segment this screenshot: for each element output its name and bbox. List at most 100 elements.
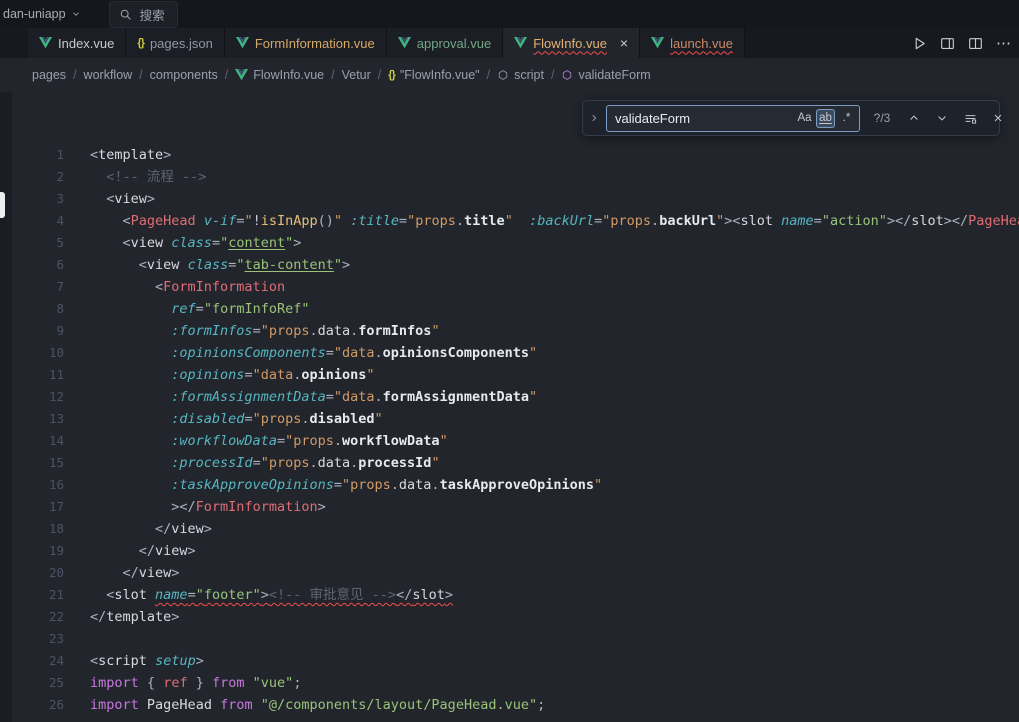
breadcrumb-item-flowinfo-vue[interactable]: FlowInfo.vue xyxy=(235,68,324,82)
code-line[interactable]: 26import PageHead from "@/components/lay… xyxy=(12,694,1019,716)
code-line[interactable]: 2 <!-- 流程 --> xyxy=(12,166,1019,188)
breadcrumb-separator: / xyxy=(487,68,490,82)
split-editor-button[interactable] xyxy=(968,36,983,51)
whole-word-toggle[interactable]: ab xyxy=(816,109,835,128)
find-in-selection-button[interactable] xyxy=(960,108,980,128)
search-label: 搜索 xyxy=(140,5,165,24)
line-number: 9 xyxy=(12,320,64,342)
code-line[interactable]: 11 :opinions="data.opinions" xyxy=(12,364,1019,386)
find-input-box: Aaab.* xyxy=(606,105,860,132)
find-toggles: Aaab.* xyxy=(795,109,856,128)
code-line[interactable]: 1<template> xyxy=(12,144,1019,166)
code-line[interactable]: 20 </view> xyxy=(12,562,1019,584)
code-line[interactable]: 23 xyxy=(12,628,1019,650)
code-line[interactable]: 16 :taskApproveOpinions="props.data.task… xyxy=(12,474,1019,496)
previous-match-button[interactable] xyxy=(904,108,924,128)
breadcrumb-separator: / xyxy=(551,68,554,82)
breadcrumb-item-components[interactable]: components xyxy=(150,68,218,82)
code-line[interactable]: 21 <slot name="footer"><!-- 审批意见 --></sl… xyxy=(12,584,1019,606)
close-icon[interactable]: × xyxy=(620,36,628,50)
line-number: 2 xyxy=(12,166,64,188)
line-number: 18 xyxy=(12,518,64,540)
breadcrumb-item-script[interactable]: script xyxy=(497,68,544,82)
activity-bar-edge xyxy=(0,92,12,722)
breadcrumb-separator: / xyxy=(331,68,334,82)
close-find-button[interactable] xyxy=(988,108,1008,128)
code-line[interactable]: 4 <PageHead v-if="!isInApp()" :title="pr… xyxy=(12,210,1019,232)
line-number: 16 xyxy=(12,474,64,496)
vue-icon xyxy=(235,69,248,81)
layout-icon xyxy=(940,36,955,51)
code-line[interactable]: 17 ></FormInformation> xyxy=(12,496,1019,518)
tab-approval-vue[interactable]: approval.vue xyxy=(387,28,503,58)
find-widget: Aaab.* ?/3 xyxy=(582,100,1000,136)
line-number: 23 xyxy=(12,628,64,650)
tab-launch-vue[interactable]: launch.vue xyxy=(640,28,745,58)
breadcrumb-separator: / xyxy=(139,68,142,82)
code-line[interactable]: 5 <view class="content"> xyxy=(12,232,1019,254)
workspace-menu[interactable]: dan-uniapp xyxy=(0,7,81,21)
tab-forminformation-vue[interactable]: FormInformation.vue xyxy=(225,28,387,58)
line-number: 6 xyxy=(12,254,64,276)
editor-actions: ⋯ xyxy=(904,28,1019,58)
find-input[interactable] xyxy=(613,110,793,127)
breadcrumb-separator: / xyxy=(225,68,228,82)
titlebar-search[interactable]: 搜索 xyxy=(109,1,178,28)
line-number: 17 xyxy=(12,496,64,518)
tab-label: pages.json xyxy=(150,36,213,51)
toggle-replace-icon[interactable] xyxy=(589,113,599,123)
line-number: 15 xyxy=(12,452,64,474)
tab-pages-json[interactable]: {} pages.json xyxy=(126,28,224,58)
tab-flowinfo-vue[interactable]: FlowInfo.vue× xyxy=(503,28,640,58)
line-number: 12 xyxy=(12,386,64,408)
code-line[interactable]: 6 <view class="tab-content"> xyxy=(12,254,1019,276)
line-number: 13 xyxy=(12,408,64,430)
tab-label: FormInformation.vue xyxy=(255,36,375,51)
line-number: 8 xyxy=(12,298,64,320)
code-line[interactable]: 7 <FormInformation xyxy=(12,276,1019,298)
code-line[interactable]: 10 :opinionsComponents="data.opinionsCom… xyxy=(12,342,1019,364)
next-match-button[interactable] xyxy=(932,108,952,128)
line-number: 4 xyxy=(12,210,64,232)
line-number: 5 xyxy=(12,232,64,254)
tab-index-vue[interactable]: Index.vue xyxy=(28,28,126,58)
match-case-toggle[interactable]: Aa xyxy=(795,109,814,128)
breadcrumb-separator: / xyxy=(378,68,381,82)
line-number: 19 xyxy=(12,540,64,562)
code-line[interactable]: 13 :disabled="props.disabled" xyxy=(12,408,1019,430)
activity-indicator xyxy=(0,192,5,218)
line-number: 14 xyxy=(12,430,64,452)
vue-icon xyxy=(39,37,52,49)
vue-icon xyxy=(398,37,411,49)
breadcrumb-item-pages[interactable]: pages xyxy=(32,68,66,82)
code-line[interactable]: 3 <view> xyxy=(12,188,1019,210)
breadcrumb-item-vetur[interactable]: Vetur xyxy=(342,68,371,82)
find-buttons xyxy=(904,108,1008,128)
code-line[interactable]: 12 :formAssignmentData="data.formAssignm… xyxy=(12,386,1019,408)
line-number: 3 xyxy=(12,188,64,210)
line-number: 20 xyxy=(12,562,64,584)
json-icon: {} xyxy=(137,37,144,49)
tabs: Index.vue {} pages.json FormInformation.vue… xyxy=(28,28,745,58)
code-editor[interactable]: 1<template>2 <!-- 流程 -->3 <view>4 <PageH… xyxy=(12,92,1019,722)
code-line[interactable]: 22</template> xyxy=(12,606,1019,628)
code-line[interactable]: 25import { ref } from "vue"; xyxy=(12,672,1019,694)
code-line[interactable]: 15 :processId="props.data.processId" xyxy=(12,452,1019,474)
json-icon: {} xyxy=(388,69,395,81)
more-actions-button[interactable]: ⋯ xyxy=(996,36,1011,51)
code-line[interactable]: 24<script setup> xyxy=(12,650,1019,672)
code-line[interactable]: 9 :formInfos="props.data.formInfos" xyxy=(12,320,1019,342)
code-line[interactable]: 18 </view> xyxy=(12,518,1019,540)
find-results: ?/3 xyxy=(867,111,897,125)
use-regex-toggle[interactable]: .* xyxy=(837,109,856,128)
breadcrumb-item--flowinfo-vue-[interactable]: {}"FlowInfo.vue" xyxy=(388,68,479,82)
editor-layout-button[interactable] xyxy=(940,36,955,51)
line-number: 25 xyxy=(12,672,64,694)
breadcrumb-item-validateform[interactable]: validateForm xyxy=(561,68,650,82)
code-line[interactable]: 8 ref="formInfoRef" xyxy=(12,298,1019,320)
run-file-button[interactable] xyxy=(912,36,927,51)
code-line[interactable]: 19 </view> xyxy=(12,540,1019,562)
code-line[interactable]: 14 :workflowData="props.workflowData" xyxy=(12,430,1019,452)
vue-icon xyxy=(651,37,664,49)
breadcrumb-item-workflow[interactable]: workflow xyxy=(84,68,133,82)
